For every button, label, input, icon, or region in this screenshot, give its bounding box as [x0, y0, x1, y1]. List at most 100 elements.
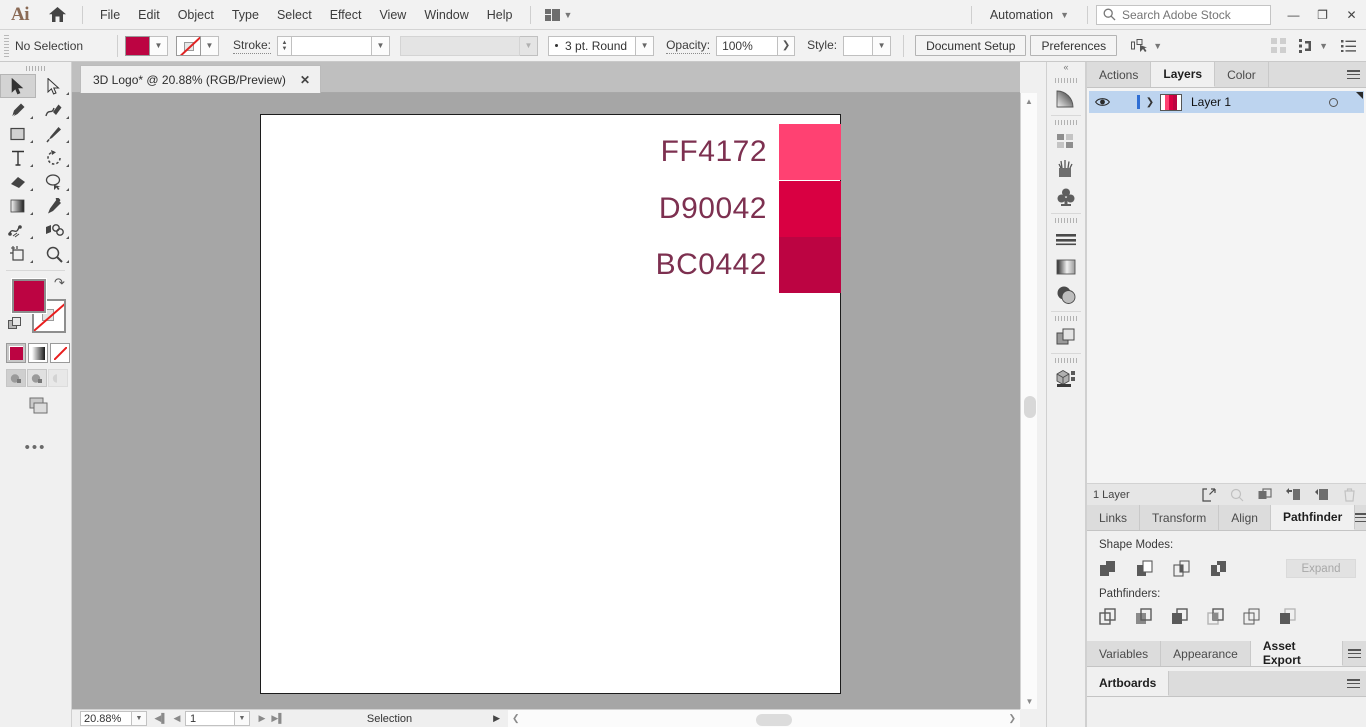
- new-sublayer-icon[interactable]: [1258, 487, 1272, 502]
- artboard-number-field[interactable]: 1: [185, 711, 235, 726]
- menu-object[interactable]: Object: [169, 4, 223, 26]
- vertical-scroll-thumb[interactable]: [1024, 396, 1036, 418]
- stroke-panel-icon[interactable]: [1047, 225, 1085, 253]
- locate-object-icon[interactable]: [1202, 487, 1216, 502]
- normal-screen-mode-button[interactable]: [6, 369, 26, 387]
- fill-color-control[interactable]: ▼: [125, 35, 168, 56]
- none-mode-button[interactable]: [50, 343, 70, 363]
- tab-layers[interactable]: Layers: [1151, 62, 1216, 87]
- canvas-area[interactable]: FF4172 D90042 BC0442: [72, 93, 1020, 709]
- 3d-panel-icon[interactable]: [1047, 365, 1085, 393]
- close-icon[interactable]: ✕: [300, 73, 310, 87]
- panel-menu-icon[interactable]: [1340, 671, 1366, 696]
- zoom-dropdown-button[interactable]: ▼: [132, 711, 147, 726]
- menu-window[interactable]: Window: [415, 4, 477, 26]
- menu-file[interactable]: File: [91, 4, 129, 26]
- lasso-tool[interactable]: [36, 170, 72, 194]
- panel-menu-icon[interactable]: [1343, 641, 1366, 666]
- color-swatch-chip[interactable]: [779, 237, 841, 293]
- color-mode-button[interactable]: [6, 343, 26, 363]
- tab-actions[interactable]: Actions: [1087, 62, 1152, 87]
- eye-icon[interactable]: [1089, 97, 1115, 107]
- stroke-color-control[interactable]: ▼: [176, 35, 219, 56]
- chevron-right-icon[interactable]: ❯: [1140, 97, 1160, 108]
- make-clipping-mask-icon[interactable]: [1230, 488, 1244, 502]
- eyedropper-tool[interactable]: [36, 194, 72, 218]
- control-bar-gripper[interactable]: [4, 34, 9, 57]
- menu-help[interactable]: Help: [478, 4, 522, 26]
- rail-gripper-5[interactable]: [1047, 356, 1085, 365]
- stroke-weight-dropdown[interactable]: ▼: [372, 35, 391, 56]
- fill-swatch[interactable]: [125, 35, 150, 56]
- stroke-weight-field[interactable]: [292, 35, 373, 56]
- canvas-vertical-scrollbar[interactable]: ▲ ▼: [1020, 93, 1037, 709]
- pen-tool[interactable]: [0, 98, 36, 122]
- variable-width-profile[interactable]: ▼: [400, 35, 539, 56]
- trim-icon[interactable]: [1135, 608, 1152, 625]
- tab-transform[interactable]: Transform: [1140, 505, 1220, 530]
- table-row[interactable]: ❯ Layer 1: [1089, 91, 1364, 113]
- menu-select[interactable]: Select: [268, 4, 321, 26]
- artboard[interactable]: FF4172 D90042 BC0442: [260, 114, 841, 694]
- divide-icon[interactable]: [1099, 608, 1116, 625]
- stroke-swatch-none[interactable]: [176, 35, 201, 56]
- rail-gripper-4[interactable]: [1047, 314, 1085, 323]
- swap-fill-stroke-icon[interactable]: ↷: [54, 275, 65, 291]
- intersect-icon[interactable]: [1173, 560, 1190, 577]
- opacity-label[interactable]: Opacity:: [666, 38, 711, 54]
- gradient-panel-icon[interactable]: [1047, 85, 1085, 113]
- stroke-weight-label[interactable]: Stroke:: [233, 38, 272, 54]
- artboard-dropdown-button[interactable]: ▼: [235, 711, 250, 726]
- restore-button[interactable]: ❐: [1308, 0, 1337, 30]
- minus-front-icon[interactable]: [1136, 560, 1153, 577]
- minimize-button[interactable]: —: [1279, 0, 1308, 30]
- gradient-tool[interactable]: [0, 194, 36, 218]
- gradient2-panel-icon[interactable]: [1047, 253, 1085, 281]
- scroll-right-icon[interactable]: ❯: [1008, 713, 1016, 724]
- workspace-switcher[interactable]: ▼: [539, 8, 579, 21]
- status-menu-button[interactable]: ▶: [493, 713, 508, 724]
- profile-dropdown[interactable]: ▼: [520, 35, 539, 56]
- opacity-options-button[interactable]: ❯: [778, 35, 796, 56]
- color-swatch-chip[interactable]: [779, 181, 841, 237]
- style-swatch[interactable]: [843, 35, 874, 56]
- scroll-left-icon[interactable]: ❮: [512, 713, 520, 724]
- menu-view[interactable]: View: [370, 4, 415, 26]
- selection-tool[interactable]: [0, 74, 36, 98]
- tab-links[interactable]: Links: [1087, 505, 1141, 530]
- tab-pathfinder[interactable]: Pathfinder: [1270, 505, 1356, 530]
- zoom-tool[interactable]: [36, 242, 72, 266]
- color-swatch-chip[interactable]: [779, 124, 841, 180]
- document-tab[interactable]: 3D Logo* @ 20.88% (RGB/Preview) ✕: [80, 65, 321, 93]
- fill-dropdown-button[interactable]: ▼: [150, 35, 168, 56]
- transform-icon[interactable]: [1299, 38, 1315, 53]
- tab-artboards[interactable]: Artboards: [1087, 671, 1170, 696]
- layer-name[interactable]: Layer 1: [1182, 95, 1320, 109]
- zoom-level-field[interactable]: 20.88%: [80, 711, 132, 726]
- opacity-field[interactable]: 100%: [716, 35, 779, 56]
- stroke-weight-stepper[interactable]: ▲ ▼: [277, 35, 293, 56]
- minus-back-icon[interactable]: [1279, 608, 1296, 625]
- menu-type[interactable]: Type: [223, 4, 268, 26]
- tab-color[interactable]: Color: [1215, 62, 1269, 87]
- more-tools-button[interactable]: •••: [0, 439, 71, 456]
- search-input[interactable]: [1122, 7, 1262, 22]
- transparency-panel-icon[interactable]: [1047, 281, 1085, 309]
- blend-tool[interactable]: [0, 218, 36, 242]
- expand-button[interactable]: Expand: [1286, 559, 1356, 578]
- style-dropdown[interactable]: ▼: [873, 35, 892, 56]
- edit-toolbar-icon[interactable]: [0, 397, 71, 417]
- paintbrush-tool[interactable]: [36, 122, 72, 146]
- brush-definition-control[interactable]: 3 pt. Round ▼: [548, 35, 655, 56]
- close-button[interactable]: ✕: [1337, 0, 1366, 30]
- fill-proxy-swatch[interactable]: [12, 279, 46, 313]
- artboard-tool[interactable]: [0, 242, 36, 266]
- preferences-button[interactable]: Preferences: [1030, 35, 1118, 56]
- rectangle-tool[interactable]: [0, 122, 36, 146]
- gradient-mode-button[interactable]: [28, 343, 48, 363]
- select-similar-control[interactable]: ▼: [1131, 38, 1162, 53]
- canvas-horizontal-scrollbar[interactable]: ❮ ❯: [508, 709, 1020, 727]
- stroke-dropdown-button[interactable]: ▼: [201, 35, 219, 56]
- exclude-icon[interactable]: [1210, 560, 1227, 577]
- symbol-sprayer-tool[interactable]: [36, 218, 72, 242]
